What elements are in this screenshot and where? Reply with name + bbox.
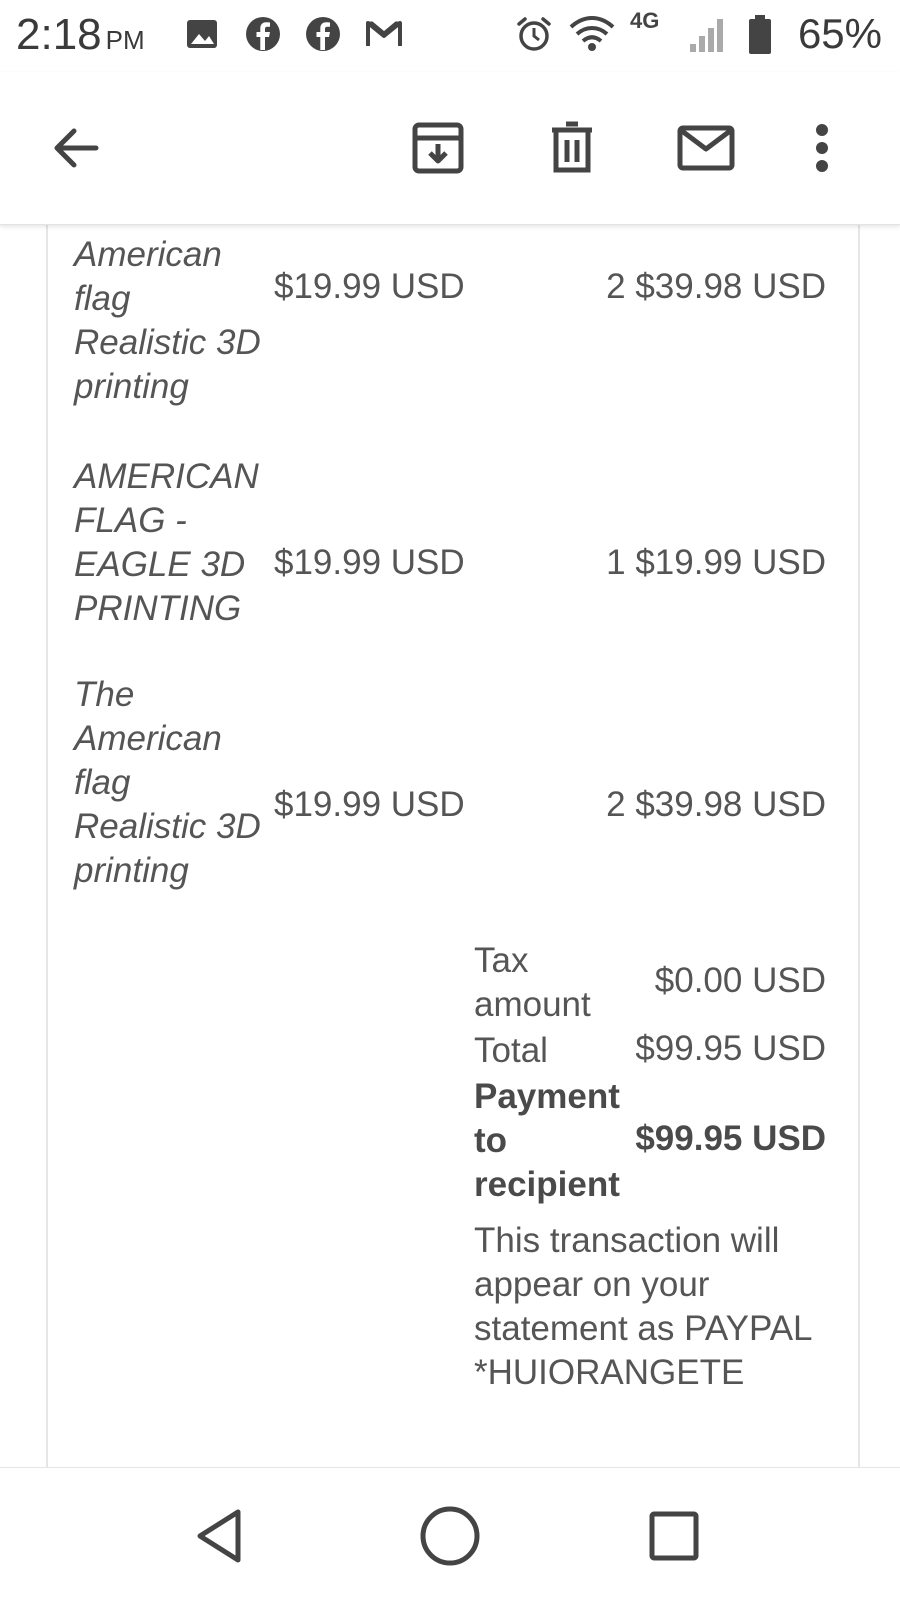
back-button[interactable]: [40, 112, 112, 184]
list-item: The American flag Realistic 3D printing …: [74, 225, 826, 409]
gmail-icon: [364, 14, 404, 59]
payment-label: Payment to recipient: [474, 1077, 620, 1204]
nav-home-button[interactable]: [410, 1496, 490, 1576]
item-qty: 2: [606, 785, 626, 824]
mark-unread-icon: [677, 125, 735, 171]
network-type: 4G: [630, 8, 660, 33]
item-line-total: 1 $19.99 USD: [606, 543, 826, 583]
email-action-bar: [0, 72, 900, 225]
status-ampm: PM: [105, 25, 145, 55]
nav-recents-icon: [649, 1511, 699, 1561]
item-price: $19.99 USD: [274, 543, 465, 582]
payment-value: $99.95 USD: [635, 1119, 826, 1158]
wifi-icon: [568, 14, 616, 59]
status-time: 2:18: [16, 10, 102, 59]
delete-button[interactable]: [536, 112, 608, 184]
email-body: The American flag Realistic 3D printing …: [0, 225, 900, 1467]
battery-percent: 65%: [797, 10, 882, 57]
item-name: The American flag Realistic 3D printing: [74, 225, 261, 406]
item-price: $19.99 USD: [274, 267, 465, 306]
total-value: $99.95 USD: [635, 1029, 826, 1068]
archive-button[interactable]: [402, 112, 474, 184]
back-arrow-icon: [54, 128, 99, 168]
tax-label: Tax amount: [474, 941, 591, 1024]
item-line-total: 2 $39.98 USD: [606, 267, 826, 307]
item-qty: 1: [606, 543, 626, 582]
status-bar: 2:18 PM 4G 65%: [0, 0, 900, 72]
battery-icon: [746, 14, 774, 61]
statement-note: This transaction will appear on your sta…: [474, 1221, 812, 1392]
facebook-icon: [244, 14, 282, 59]
system-nav-bar: [0, 1467, 900, 1601]
archive-icon: [412, 122, 464, 174]
mark-unread-button[interactable]: [670, 112, 742, 184]
signal-icon: [688, 14, 730, 59]
tax-value: $0.00 USD: [654, 961, 826, 1000]
image-icon: [186, 14, 218, 59]
more-options-icon: [816, 124, 828, 172]
status-clock: 2:18 PM: [16, 10, 145, 60]
item-line-total: 2 $39.98 USD: [606, 785, 826, 825]
item-total: $39.98 USD: [635, 267, 826, 306]
facebook-icon: [304, 14, 342, 59]
item-name: The American flag Realistic 3D printing: [74, 675, 261, 890]
list-item: The American flag Realistic 3D printing …: [74, 673, 826, 893]
item-name: AMERICAN FLAG - EAGLE 3D PRINTING: [74, 457, 259, 628]
item-total: $19.99 USD: [635, 543, 826, 582]
nav-back-button[interactable]: [180, 1496, 260, 1576]
nav-recents-button[interactable]: [634, 1496, 714, 1576]
item-price: $19.99 USD: [274, 785, 465, 824]
alarm-icon: [514, 14, 554, 59]
list-item: AMERICAN FLAG - EAGLE 3D PRINTING $19.99…: [74, 455, 826, 635]
item-total: $39.98 USD: [635, 785, 826, 824]
delete-icon: [552, 121, 592, 173]
total-label: Total: [474, 1031, 548, 1070]
item-qty: 2: [606, 267, 626, 306]
nav-home-icon: [420, 1506, 480, 1566]
nav-back-icon: [197, 1509, 241, 1563]
more-options-button[interactable]: [786, 112, 858, 184]
